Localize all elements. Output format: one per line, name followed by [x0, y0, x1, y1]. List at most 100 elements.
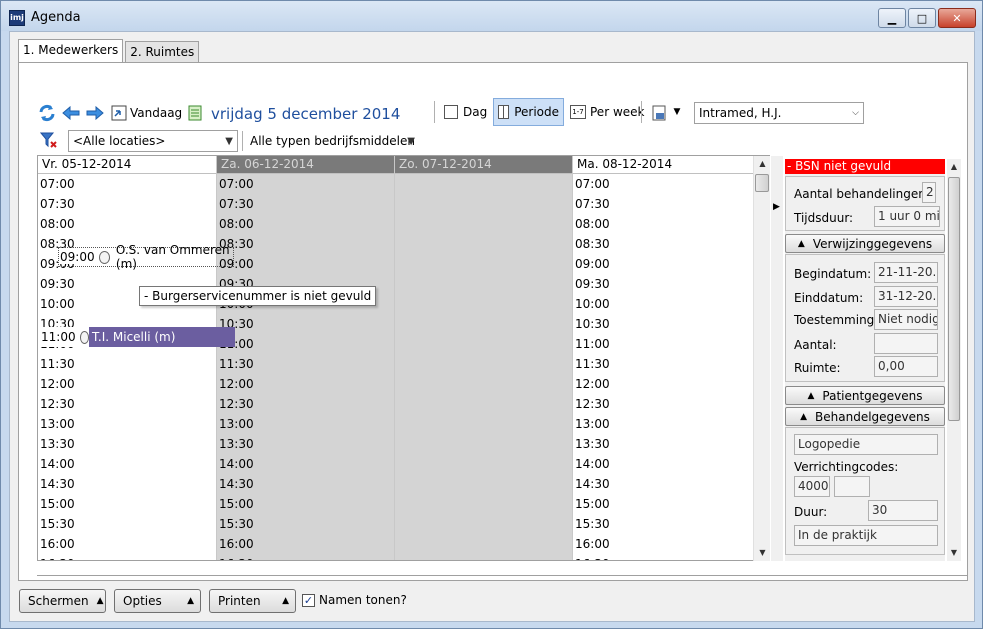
time-slot[interactable]: 13:00 — [38, 414, 217, 434]
namen-tonen-label[interactable]: Namen tonen? — [319, 593, 407, 607]
maximize-button[interactable]: □ — [908, 8, 936, 28]
time-slot[interactable]: 08:00 — [573, 214, 753, 234]
time-slot[interactable] — [395, 454, 573, 474]
tab-medewerkers[interactable]: 1. Medewerkers — [18, 39, 124, 63]
opties-button[interactable]: Opties ▲ — [114, 589, 201, 613]
time-slot[interactable]: 11:00 — [573, 334, 753, 354]
time-slot[interactable]: 12:30 — [573, 394, 753, 414]
time-slot[interactable] — [395, 234, 573, 254]
time-slot[interactable]: 11:00 — [217, 334, 395, 354]
begindatum-field[interactable]: 21-11-20... — [874, 262, 938, 283]
employee-select[interactable]: Intramed, H.J. ⌵ — [694, 102, 864, 124]
time-slot[interactable]: 07:30 — [217, 194, 395, 214]
panel-splitter[interactable]: ▶ — [771, 156, 783, 561]
current-date-label[interactable]: vrijdag 5 december 2014 — [211, 105, 400, 123]
time-slot[interactable]: 14:30 — [573, 474, 753, 494]
time-slot[interactable] — [395, 354, 573, 374]
view-day-button[interactable]: Dag — [439, 98, 492, 126]
scroll-down-arrow-icon[interactable]: ▼ — [754, 545, 771, 561]
time-slot[interactable]: 08:30 — [217, 234, 395, 254]
time-slot[interactable]: 14:00 — [38, 454, 217, 474]
day-column-fri[interactable]: Vr. 05-12-2014 07:00 07:30 08:00 08:30 09:00… — [38, 156, 217, 560]
time-slot[interactable]: 07:30 — [573, 194, 753, 214]
time-slot[interactable] — [395, 214, 573, 234]
time-slot[interactable]: 07:00 — [38, 174, 217, 194]
time-slot[interactable] — [395, 474, 573, 494]
time-slot[interactable] — [395, 254, 573, 274]
time-slot[interactable]: 08:00 — [38, 214, 217, 234]
calendar-scrollbar[interactable]: ▲ ▼ — [753, 156, 770, 561]
namen-tonen-checkbox[interactable]: ✓ — [302, 594, 315, 607]
time-slot[interactable]: 16:00 — [38, 534, 217, 554]
time-slot[interactable]: 11:30 — [38, 354, 217, 374]
time-slot[interactable]: 13:30 — [38, 434, 217, 454]
time-slot[interactable]: 15:30 — [573, 514, 753, 534]
time-slot[interactable]: 07:30 — [38, 194, 217, 214]
refresh-icon[interactable] — [37, 103, 57, 123]
scroll-down-arrow-icon[interactable]: ▼ — [947, 545, 961, 561]
day-column-sun[interactable]: Zo. 07-12-2014 — [395, 156, 573, 560]
einddatum-field[interactable]: 31-12-20... — [874, 286, 938, 307]
next-arrow-icon[interactable] — [85, 103, 105, 123]
time-slot[interactable] — [395, 194, 573, 214]
location-select[interactable]: <Alle locaties> ▼ — [68, 130, 238, 152]
time-slot[interactable]: 11:30 — [573, 354, 753, 374]
verwijzinggegevens-button[interactable]: ▲ Verwijzinggegevens — [785, 234, 945, 253]
time-slot[interactable]: 07:00 — [573, 174, 753, 194]
filter-clear-icon[interactable] — [39, 131, 59, 149]
time-slot[interactable]: 16:30 — [217, 554, 395, 560]
view-period-button[interactable]: Periode — [493, 98, 564, 126]
scroll-up-arrow-icon[interactable]: ▲ — [947, 159, 961, 175]
day-column-mon[interactable]: Ma. 08-12-2014 07:00 07:30 08:00 08:30 09:00… — [573, 156, 753, 560]
time-slot[interactable]: 09:00 — [573, 254, 753, 274]
time-slot[interactable]: 08:30 — [573, 234, 753, 254]
locatie-field[interactable]: In de praktijk — [794, 525, 938, 546]
verrichtingcode-field-2[interactable] — [834, 476, 870, 497]
calendar-icon[interactable] — [187, 103, 203, 121]
time-slot[interactable]: 15:00 — [573, 494, 753, 514]
duur-field[interactable]: 30 — [868, 500, 938, 521]
time-slot[interactable]: 13:00 — [573, 414, 753, 434]
time-slot[interactable] — [395, 374, 573, 394]
scroll-thumb[interactable] — [755, 174, 769, 192]
time-slot[interactable]: 15:00 — [217, 494, 395, 514]
schermen-button[interactable]: Schermen ▲ — [19, 589, 106, 613]
previous-arrow-icon[interactable] — [61, 103, 81, 123]
day-column-sat[interactable]: Za. 06-12-2014 07:00 07:30 08:00 08:30 09:00… — [217, 156, 395, 560]
scroll-up-arrow-icon[interactable]: ▲ — [754, 156, 771, 172]
appointment-micelli-time[interactable]: 11:00 — [39, 327, 89, 347]
time-slot[interactable]: 13:00 — [217, 414, 395, 434]
calendar-grid[interactable]: Vr. 05-12-2014 07:00 07:30 08:00 08:30 09:00… — [37, 155, 770, 561]
time-slot[interactable]: 10:30 — [217, 314, 395, 334]
time-slot[interactable]: 11:30 — [217, 354, 395, 374]
time-slot[interactable]: 08:00 — [217, 214, 395, 234]
time-slot[interactable]: 12:30 — [217, 394, 395, 414]
time-slot[interactable]: 07:00 — [217, 174, 395, 194]
appointment-micelli[interactable]: T.I. Micelli (m) — [89, 327, 235, 347]
ruimte-field[interactable]: 0,00 — [874, 356, 938, 377]
discipline-field[interactable]: Logopedie — [794, 434, 938, 455]
appointment-van-ommeren[interactable]: 09:00 O.S. van Ommeren (m) — [58, 243, 234, 271]
time-slot[interactable]: 15:00 — [38, 494, 217, 514]
today-button[interactable]: Vandaag — [130, 106, 182, 120]
time-slot[interactable]: 16:00 — [573, 534, 753, 554]
time-slot[interactable]: 10:30 — [573, 314, 753, 334]
time-slot[interactable]: 16:00 — [217, 534, 395, 554]
resource-type-select[interactable]: Alle typen bedrijfsmiddelen ▼ — [245, 130, 420, 152]
time-slot[interactable]: 14:30 — [38, 474, 217, 494]
time-slot[interactable] — [395, 494, 573, 514]
behandelgegevens-button[interactable]: ▲ Behandelgegevens — [785, 407, 945, 426]
time-slot[interactable] — [395, 514, 573, 534]
time-slot[interactable]: 09:00 — [217, 254, 395, 274]
tab-ruimtes[interactable]: 2. Ruimtes — [125, 41, 200, 63]
detail-scrollbar[interactable]: ▲ ▼ — [947, 159, 961, 561]
time-slot[interactable]: 12:30 — [38, 394, 217, 414]
printen-button[interactable]: Printen ▲ — [209, 589, 296, 613]
time-slot[interactable] — [395, 174, 573, 194]
time-slot[interactable] — [395, 334, 573, 354]
time-slot[interactable]: 13:30 — [217, 434, 395, 454]
time-slot[interactable] — [395, 274, 573, 294]
toestemming-field[interactable]: Niet nodig — [874, 309, 938, 330]
time-slot[interactable]: 14:30 — [217, 474, 395, 494]
time-slot[interactable]: 09:30 — [573, 274, 753, 294]
